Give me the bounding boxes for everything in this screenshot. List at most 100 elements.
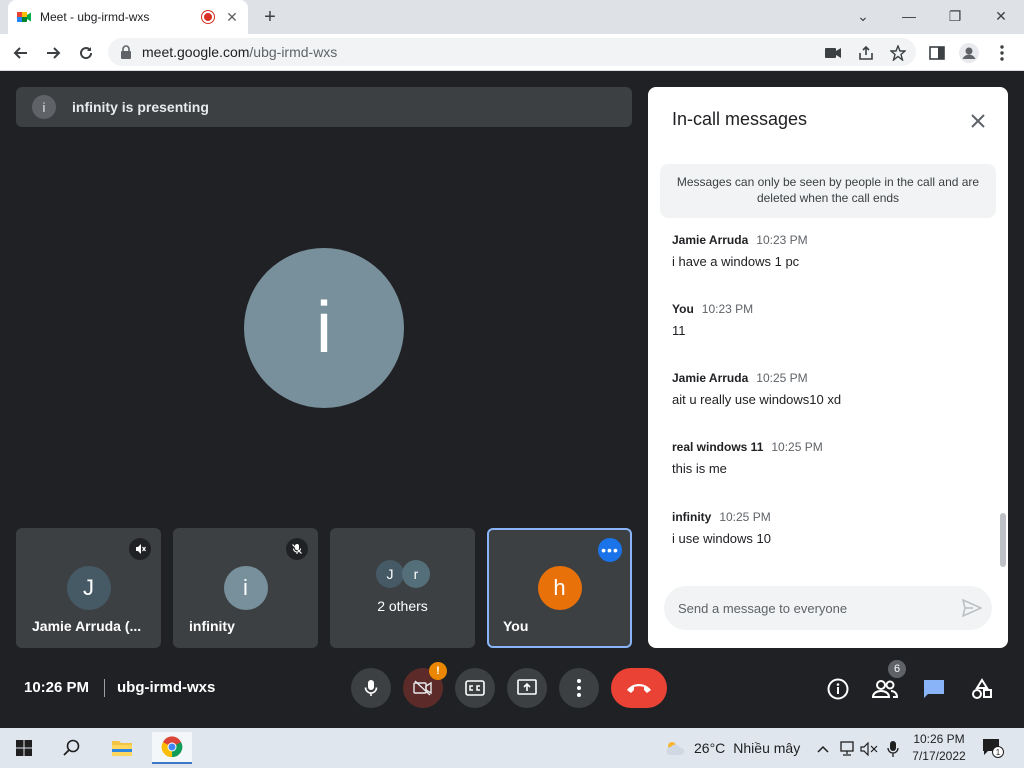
microphone-button[interactable] bbox=[351, 668, 391, 708]
camera-in-use-icon[interactable] bbox=[822, 42, 844, 64]
tab-title: Meet - ubg-irmd-wxs bbox=[40, 10, 150, 24]
recording-indicator-icon bbox=[202, 11, 214, 23]
chat-message: Jamie Arruda 10:23 PM i have a windows 1 … bbox=[672, 233, 982, 269]
chat-scrollbar[interactable] bbox=[1000, 513, 1006, 567]
notification-center-button[interactable]: 1 bbox=[982, 738, 1004, 758]
chat-privacy-notice: Messages can only be seen by people in t… bbox=[660, 164, 996, 218]
message-input[interactable] bbox=[678, 600, 952, 616]
window-close-button[interactable]: ✕ bbox=[978, 4, 1024, 28]
send-icon bbox=[962, 599, 982, 617]
participant-tile-jamie[interactable]: J Jamie Arruda (... bbox=[16, 528, 161, 648]
message-time: 10:25 PM bbox=[756, 371, 808, 385]
show-hidden-icons-chevron-icon[interactable] bbox=[814, 740, 832, 758]
info-icon bbox=[827, 678, 849, 700]
participant-tile-you[interactable]: ••• h You bbox=[487, 528, 632, 648]
camera-button[interactable]: ! bbox=[403, 662, 447, 708]
taskbar-clock[interactable]: 10:26 PM 7/17/2022 bbox=[908, 731, 970, 765]
more-options-button[interactable] bbox=[559, 668, 599, 708]
chat-message: Jamie Arruda 10:25 PM ait u really use wi… bbox=[672, 371, 982, 407]
avatar: J bbox=[66, 566, 111, 610]
leave-call-button[interactable] bbox=[611, 668, 667, 708]
camera-off-icon bbox=[413, 680, 432, 696]
chat-icon bbox=[924, 680, 944, 698]
more-vert-icon bbox=[577, 679, 581, 697]
browser-toolbar: meet.google.com/ubg-irmd-wxs bbox=[0, 34, 1024, 71]
reload-icon bbox=[80, 47, 93, 60]
message-sender: Jamie Arruda bbox=[672, 371, 749, 385]
clock-time: 10:26 PM bbox=[913, 732, 965, 746]
chat-button[interactable] bbox=[921, 676, 947, 702]
activities-button[interactable] bbox=[969, 676, 995, 702]
weather-widget[interactable]: 26°C Nhiều mây bbox=[664, 739, 800, 757]
window-minimize-button[interactable]: — bbox=[886, 4, 932, 28]
network-icon[interactable] bbox=[838, 740, 856, 758]
end-call-icon bbox=[627, 684, 651, 693]
message-compose-box bbox=[664, 586, 992, 630]
tab-search-button[interactable]: ⌄ bbox=[840, 4, 886, 28]
tile-more-options-icon[interactable]: ••• bbox=[598, 538, 622, 562]
message-time: 10:25 PM bbox=[719, 510, 771, 524]
divider bbox=[104, 679, 105, 697]
message-time: 10:23 PM bbox=[756, 233, 808, 247]
meeting-details-button[interactable] bbox=[825, 676, 851, 702]
message-sender: You bbox=[672, 302, 694, 316]
message-text: i use windows 10 bbox=[672, 531, 771, 546]
chrome-icon bbox=[161, 736, 183, 758]
people-button[interactable] bbox=[872, 676, 898, 702]
avatar: J bbox=[376, 560, 404, 588]
message-text: i have a windows 1 pc bbox=[672, 254, 800, 269]
volume-muted-icon[interactable] bbox=[860, 740, 878, 758]
send-message-button[interactable] bbox=[952, 599, 992, 617]
people-icon bbox=[872, 680, 898, 698]
file-explorer-button[interactable] bbox=[102, 732, 142, 764]
notification-icon: 1 bbox=[983, 739, 1004, 758]
microphone-icon bbox=[364, 680, 378, 696]
chat-message: infinity 10:25 PM i use windows 10 bbox=[672, 510, 982, 546]
profile-avatar-icon[interactable] bbox=[958, 42, 980, 64]
participant-tile-others[interactable]: J r 2 others bbox=[330, 528, 475, 648]
microphone-in-use-icon[interactable] bbox=[884, 740, 902, 758]
browser-menu-icon[interactable] bbox=[991, 42, 1013, 64]
url-domain: meet.google.com bbox=[142, 44, 250, 60]
close-panel-button[interactable] bbox=[966, 109, 990, 133]
in-call-messages-panel: In-call messages Messages can only be se… bbox=[648, 87, 1008, 648]
notification-count: 1 bbox=[996, 748, 1001, 757]
captions-button[interactable] bbox=[455, 668, 495, 708]
forward-button[interactable] bbox=[40, 40, 66, 66]
reload-button[interactable] bbox=[73, 40, 99, 66]
captions-icon bbox=[465, 680, 485, 696]
present-screen-icon bbox=[517, 679, 537, 695]
cloudy-weather-icon bbox=[666, 742, 685, 755]
back-arrow-icon bbox=[13, 47, 27, 59]
activities-icon bbox=[972, 678, 992, 699]
browser-tab-meet[interactable]: Meet - ubg-irmd-wxs ✕ bbox=[8, 0, 248, 34]
presenting-text: infinity is presenting bbox=[72, 99, 209, 115]
lock-icon bbox=[120, 45, 132, 59]
start-button[interactable] bbox=[4, 732, 44, 764]
back-button[interactable] bbox=[8, 40, 34, 66]
share-icon[interactable] bbox=[855, 42, 877, 64]
camera-warning-badge: ! bbox=[429, 662, 447, 680]
side-panel-icon[interactable] bbox=[926, 42, 948, 64]
presenting-banner: i infinity is presenting bbox=[16, 87, 632, 127]
muted-icon bbox=[129, 538, 151, 560]
address-bar[interactable]: meet.google.com/ubg-irmd-wxs bbox=[108, 38, 916, 66]
message-sender: infinity bbox=[672, 510, 712, 524]
message-text: 11 bbox=[672, 323, 686, 338]
presenter-avatar: i bbox=[244, 248, 404, 408]
weather-temperature: 26°C bbox=[694, 740, 726, 756]
chrome-taskbar-button[interactable] bbox=[152, 732, 192, 764]
message-text: this is me bbox=[672, 461, 727, 476]
tab-close-icon[interactable]: ✕ bbox=[224, 9, 240, 26]
avatar: i bbox=[223, 566, 268, 610]
present-now-button[interactable] bbox=[507, 668, 547, 708]
google-meet-favicon-icon bbox=[17, 12, 31, 22]
participant-tile-infinity[interactable]: i infinity bbox=[173, 528, 318, 648]
presenter-info-icon: i bbox=[32, 95, 56, 119]
search-button[interactable] bbox=[52, 732, 92, 764]
message-time: 10:25 PM bbox=[771, 440, 823, 454]
bookmark-star-icon[interactable] bbox=[887, 42, 909, 64]
new-tab-button[interactable]: + bbox=[258, 6, 282, 28]
window-restore-button[interactable]: ❐ bbox=[932, 4, 978, 28]
folder-icon bbox=[112, 741, 132, 756]
